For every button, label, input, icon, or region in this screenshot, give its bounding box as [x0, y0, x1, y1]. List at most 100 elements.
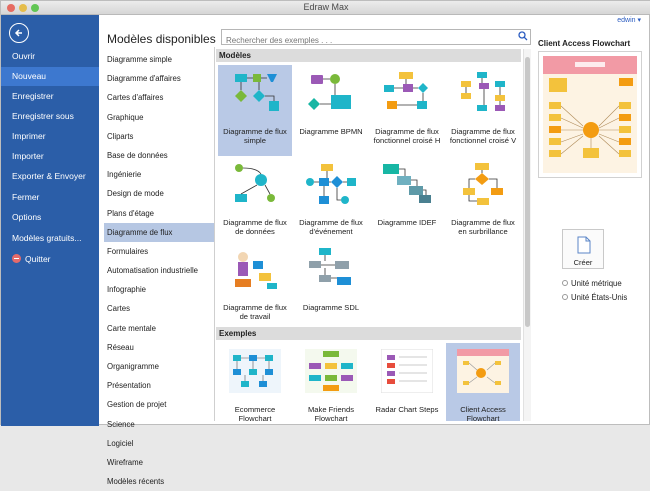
- sidebar-item-save[interactable]: Enregistrer: [1, 87, 99, 106]
- scrollbar-thumb[interactable]: [525, 57, 530, 327]
- ecommerce-flowchart-thumbnail: [229, 349, 281, 393]
- template-gallery: Modèles Diagramme de flux simple Diagram…: [216, 49, 529, 421]
- category-item[interactable]: Automatisation industrielle: [104, 261, 214, 280]
- cross-functional-v-thumbnail: [461, 72, 505, 111]
- gallery-scrollbar[interactable]: [523, 49, 531, 421]
- template-tile[interactable]: Diagramme IDEF: [370, 156, 444, 247]
- highlight-flow-thumbnail: [463, 163, 503, 205]
- category-item[interactable]: Gestion de projet: [104, 395, 214, 414]
- category-item[interactable]: Diagramme d'affaires: [104, 69, 214, 88]
- window-title: Edraw Max: [303, 2, 349, 12]
- example-label: Ecommerce Flowchart: [234, 405, 276, 421]
- unit-us-label: Unité États-Unis: [571, 293, 628, 302]
- category-item[interactable]: Logiciel: [104, 434, 214, 453]
- category-item[interactable]: Cliparts: [104, 127, 214, 146]
- radio-metric[interactable]: [562, 280, 568, 286]
- category-item[interactable]: Wireframe: [104, 453, 214, 472]
- preview-title: Client Access Flowchart: [538, 39, 631, 48]
- user-menu[interactable]: edwin ▾: [617, 16, 641, 24]
- category-item[interactable]: Design de mode: [104, 184, 214, 203]
- search-icon[interactable]: [518, 31, 528, 41]
- template-label: Diagramme de flux simple: [223, 127, 287, 145]
- sidebar-item-print[interactable]: Imprimer: [1, 127, 99, 146]
- template-label: Diagramme de flux de travail: [223, 303, 287, 321]
- sidebar-item-close[interactable]: Fermer: [1, 188, 99, 207]
- template-tile[interactable]: Diagramme SDL: [294, 241, 368, 332]
- template-label: Diagramme de flux de données: [223, 218, 287, 236]
- category-item[interactable]: Cartes d'affaires: [104, 88, 214, 107]
- radio-us[interactable]: [562, 294, 568, 300]
- bpmn-thumbnail: [308, 74, 351, 110]
- category-item[interactable]: Organigramme: [104, 357, 214, 376]
- category-item[interactable]: Graphique: [104, 108, 214, 127]
- category-item[interactable]: Science: [104, 415, 214, 434]
- example-tile-selected[interactable]: Client Access Flowchart: [446, 343, 520, 421]
- category-item[interactable]: Ingénierie: [104, 165, 214, 184]
- idef-thumbnail: [383, 164, 431, 203]
- sidebar-item-save-as[interactable]: Enregistrer sous: [1, 107, 99, 126]
- category-item[interactable]: Formulaires: [104, 242, 214, 261]
- back-arrow-icon: [14, 29, 22, 37]
- back-button[interactable]: [9, 23, 29, 43]
- template-tile[interactable]: Diagramme de flux fonctionnel croisé H: [370, 65, 444, 156]
- sidebar-item-new[interactable]: Nouveau: [1, 67, 99, 86]
- create-button[interactable]: Créer: [562, 229, 604, 269]
- sidebar: Ouvrir Nouveau Enregistrer Enregistrer s…: [1, 15, 99, 426]
- category-item[interactable]: Cartes: [104, 299, 214, 318]
- category-item[interactable]: Modèles récents: [104, 472, 214, 491]
- preview-image: [543, 56, 637, 173]
- client-access-flowchart-thumbnail: [457, 349, 509, 393]
- sdl-thumbnail: [309, 248, 351, 285]
- new-document-icon: [577, 236, 591, 254]
- sidebar-item-free-templates[interactable]: Modèles gratuits...: [1, 229, 99, 248]
- template-tile[interactable]: Diagramme de flux de travail: [218, 241, 292, 332]
- category-item[interactable]: Diagramme simple: [104, 50, 214, 69]
- template-tile[interactable]: Diagramme de flux d'événement: [294, 156, 368, 247]
- cross-functional-h-thumbnail: [384, 72, 428, 109]
- sidebar-item-import[interactable]: Importer: [1, 147, 99, 166]
- user-name: edwin: [617, 17, 636, 24]
- category-item[interactable]: Réseau: [104, 338, 214, 357]
- unit-us-option[interactable]: Unité États-Unis: [562, 293, 627, 302]
- template-label: Diagramme de flux d'événement: [299, 218, 363, 236]
- category-item[interactable]: Base de données: [104, 146, 214, 165]
- radar-chart-steps-thumbnail: [381, 349, 433, 393]
- example-label: Make Friends Flowchart: [307, 405, 354, 421]
- sidebar-item-quit[interactable]: Quitter: [1, 250, 99, 269]
- category-item[interactable]: Plans d'étage: [104, 204, 214, 223]
- unit-metric-option[interactable]: Unité métrique: [562, 279, 622, 288]
- example-tile[interactable]: Radar Chart Steps: [370, 343, 444, 421]
- template-tile[interactable]: Diagramme de flux fonctionnel croisé V: [446, 65, 520, 156]
- workflow-thumbnail: [235, 252, 277, 289]
- template-label: Diagramme de flux fonctionnel croisé V: [449, 127, 517, 145]
- category-item[interactable]: Présentation: [104, 376, 214, 395]
- example-tile[interactable]: Ecommerce Flowchart: [218, 343, 292, 421]
- preview-panel: [538, 51, 642, 178]
- sidebar-item-options[interactable]: Options: [1, 208, 99, 227]
- section-header-examples: Exemples: [216, 327, 521, 340]
- sidebar-item-open[interactable]: Ouvrir: [1, 47, 99, 66]
- app-window: Edraw Max Ouvrir Nouveau Enregistrer Enr…: [0, 0, 650, 486]
- example-tile[interactable]: Make Friends Flowchart: [294, 343, 368, 421]
- category-item[interactable]: Carte mentale: [104, 319, 214, 338]
- template-label: Diagramme SDL: [302, 303, 360, 312]
- category-item-selected[interactable]: Diagramme de flux: [104, 222, 214, 242]
- data-flow-thumbnail: [235, 164, 275, 202]
- sidebar-item-export-send[interactable]: Exporter & Envoyer: [1, 167, 99, 186]
- template-label: Diagramme BPMN: [299, 127, 363, 136]
- page-title: Modèles disponibles: [107, 32, 216, 46]
- search-input[interactable]: [226, 34, 506, 47]
- template-tile[interactable]: Diagramme de flux simple: [218, 65, 292, 156]
- panel-divider: [214, 47, 215, 421]
- template-tile[interactable]: Diagramme de flux de données: [218, 156, 292, 247]
- category-item[interactable]: Infographie: [104, 280, 214, 299]
- search-box[interactable]: [221, 29, 531, 47]
- template-tile[interactable]: Diagramme BPMN: [294, 65, 368, 156]
- basic-flowchart-thumbnail: [235, 74, 279, 111]
- create-label: Créer: [573, 258, 593, 267]
- section-header-templates: Modèles: [216, 49, 521, 62]
- template-label: Diagramme de flux fonctionnel croisé H: [373, 127, 441, 145]
- sidebar-item-quit-label: Quitter: [25, 254, 51, 264]
- template-tile[interactable]: Diagramme de flux en surbrillance: [446, 156, 520, 247]
- example-label: Client Access Flowchart: [460, 405, 506, 421]
